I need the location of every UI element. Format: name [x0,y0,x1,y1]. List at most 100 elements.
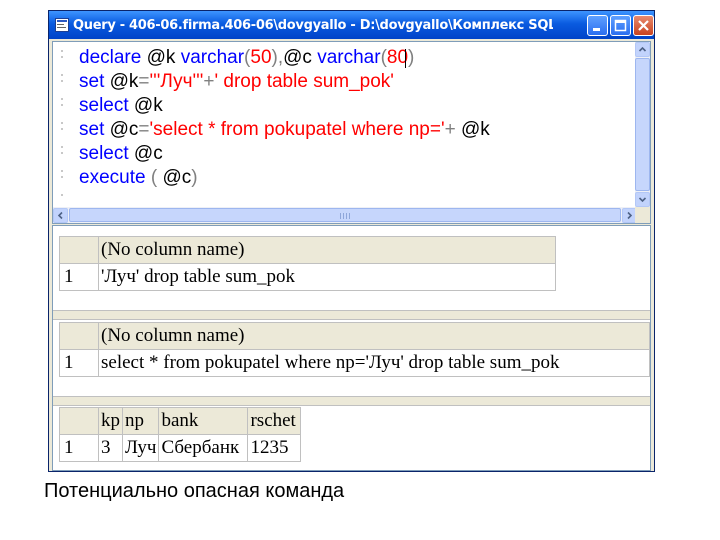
table-row[interactable]: 1 select * from pokupatel where np='Луч'… [59,349,650,377]
grid-header-row: (No column name) [59,322,650,350]
column-header-np[interactable]: np [121,407,160,435]
row-number: 1 [59,263,99,291]
result-cell[interactable]: select * from pokupatel where np='Луч' d… [98,349,650,377]
query-window: Query - 406-06.firma.406-06\dovgyallo - … [48,10,655,472]
table-row[interactable]: 1 'Луч' drop table sum_pok [59,263,556,291]
scroll-down-button[interactable] [635,192,650,207]
horizontal-scrollbar[interactable] [53,207,637,223]
grid-separator[interactable] [53,396,650,406]
code-token: = [138,119,150,140]
result-grid-3[interactable]: kp np bank rschet 1 3 Луч Сбербанк 1235 [59,407,302,462]
column-header-kp[interactable]: kp [98,407,123,435]
text-caret [405,49,406,68]
code-token: execute [79,167,151,188]
sql-query-icon [55,18,69,32]
code-token: 'select * from pokupatel where np=' [149,119,445,140]
row-header-corner [59,322,99,350]
column-header-rschet[interactable]: rschet [247,407,302,435]
code-token: @c [283,47,318,68]
code-token: @k [109,71,139,92]
results-pane: (No column name) 1 'Луч' drop table sum_… [52,225,651,471]
code-token: @k [133,95,163,116]
maximize-icon [614,19,627,32]
code-token: ), [271,47,284,68]
vertical-scrollbar[interactable] [635,42,650,207]
code-line: set @k='''Луч'''+' drop table sum_pok' [79,70,394,94]
row-header-corner [59,407,99,435]
column-header-bank[interactable]: bank [158,407,249,435]
code-token: ) [191,167,198,188]
sql-editor[interactable]: declare @k varchar(50),@c varchar(80) set… [52,41,651,224]
code-line: select @k [79,94,163,118]
slide-caption: Потенциально опасная команда [44,480,345,502]
gutter-marker [61,74,63,76]
maximize-button[interactable] [610,15,631,36]
gutter-marker [61,176,63,178]
scroll-left-button[interactable] [53,208,68,223]
row-number: 1 [59,349,99,377]
gutter-marker [61,194,63,196]
code-token: @k [460,119,490,140]
code-token: @c [109,119,139,140]
cell-kp[interactable]: 3 [98,434,123,462]
code-line: declare @k varchar(50),@c varchar(80) [79,46,414,70]
row-header-corner [59,236,99,264]
code-token: @k [146,47,181,68]
close-button[interactable] [633,15,654,36]
code-line: select @c [79,142,163,166]
result-cell[interactable]: 'Луч' drop table sum_pok [98,263,556,291]
grid-header-row: (No column name) [59,236,556,264]
code-token: select [79,143,134,164]
result-grid-2[interactable]: (No column name) 1 select * from pokupat… [59,322,650,377]
horizontal-scroll-thumb[interactable] [69,208,621,222]
code-token: set [79,119,110,140]
code-token: '''Луч''' [149,71,204,92]
code-token: varchar [317,47,381,68]
code-token: set [79,71,110,92]
gutter-marker [61,146,63,148]
gutter-marker [61,170,63,172]
close-icon [638,20,649,31]
grid-header-row: kp np bank rschet [59,407,302,435]
gutter-marker [61,128,63,130]
code-area[interactable]: declare @k varchar(50),@c varchar(80) set… [53,42,637,207]
scroll-grip-icon [340,213,350,219]
code-token: @c [133,143,163,164]
code-token: ( [150,167,163,188]
cell-rschet[interactable]: 1235 [247,434,302,462]
column-header[interactable]: (No column name) [98,236,556,264]
code-token: = [138,71,150,92]
row-number: 1 [59,434,99,462]
vertical-scroll-thumb[interactable] [635,58,650,191]
gutter-marker [61,152,63,154]
column-header[interactable]: (No column name) [98,322,650,350]
code-token: varchar [180,47,245,68]
code-token: ' drop table sum_pok' [214,71,394,92]
title-bar[interactable]: Query - 406-06.firma.406-06\dovgyallo - … [49,11,654,39]
code-token: ) [408,47,415,68]
scroll-up-button[interactable] [635,42,650,57]
gutter-marker [61,50,63,52]
gutter-marker [61,122,63,124]
code-line: execute ( @c) [79,166,198,190]
gutter-marker [61,80,63,82]
arrow-left-icon [57,211,63,220]
cell-bank[interactable]: Сбербанк [158,434,249,462]
code-token: declare [79,47,147,68]
code-token: + [444,119,461,140]
code-token: select [79,95,134,116]
minimize-icon [593,28,600,31]
table-row[interactable]: 1 3 Луч Сбербанк 1235 [59,434,302,462]
cell-np[interactable]: Луч [121,434,160,462]
gutter-marker [61,104,63,106]
arrow-down-icon [638,197,647,203]
grid-separator[interactable] [53,310,650,320]
gutter-marker [61,56,63,58]
code-token: 50 [250,47,272,68]
arrow-up-icon [638,46,647,52]
result-grid-1[interactable]: (No column name) 1 'Луч' drop table sum_… [59,236,556,291]
code-token: + [203,71,215,92]
minimize-button[interactable] [587,15,608,36]
gutter-marker [61,98,63,100]
code-token: @c [162,167,192,188]
